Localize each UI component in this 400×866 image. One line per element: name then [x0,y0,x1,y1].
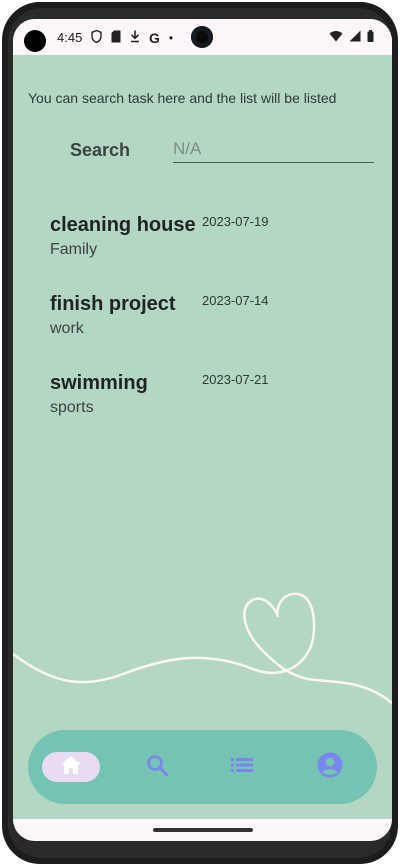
status-bar: 4:45 G • [13,19,392,55]
battery-icon [367,30,374,45]
bottom-navigation [28,730,377,804]
gesture-handle[interactable] [153,828,253,832]
front-camera-hole [24,30,46,52]
search-icon [146,754,168,781]
task-date: 2023-07-14 [202,293,269,308]
search-input[interactable] [173,136,374,163]
task-title: cleaning house [50,214,196,236]
task-category: sports [50,399,94,416]
nav-search[interactable] [131,748,183,786]
list-icon [231,757,253,778]
nav-list[interactable] [216,748,268,786]
download-icon [130,30,140,46]
heart-line-decoration [13,592,392,704]
task-date: 2023-07-19 [202,214,269,229]
nav-home[interactable] [42,752,100,782]
shield-icon [91,29,102,46]
wifi-icon [329,30,343,45]
signal-icon [349,30,361,45]
search-label: Search [70,140,131,160]
app-screen: 4:45 G • You can search task here and th… [13,19,392,841]
dot-icon: • [168,31,174,45]
system-gesture-bar [13,819,392,841]
camera-lens [191,26,213,48]
home-icon [60,755,82,780]
search-hint-text: You can search task here and the list wi… [28,90,337,106]
task-date: 2023-07-21 [202,372,269,387]
google-icon: G [149,30,160,46]
task-item[interactable]: swimming sports 2023-07-21 [50,372,350,436]
profile-icon [317,752,343,783]
task-title: finish project [50,293,176,315]
task-title: swimming [50,372,148,394]
sd-card-icon [111,30,121,46]
nav-profile[interactable] [304,748,356,786]
task-category: work [50,320,84,337]
task-item[interactable]: finish project work 2023-07-14 [50,293,350,357]
status-time: 4:45 [57,30,83,45]
task-category: Family [50,241,98,258]
task-item[interactable]: cleaning house Family 2023-07-19 [50,214,350,278]
